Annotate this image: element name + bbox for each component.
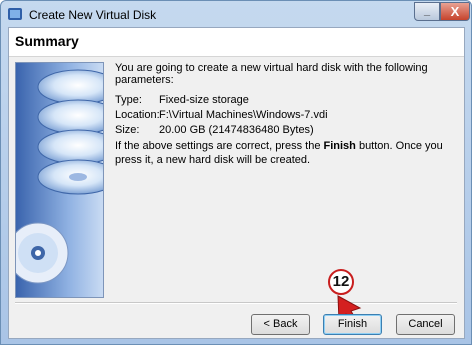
param-value: F:\Virtual Machines\Windows-7.vdi [159,109,328,121]
dialog-window: Create New Virtual Disk _ X Summary You … [0,0,472,345]
param-key: Type: [115,94,142,106]
cd-icon [16,222,69,284]
wizard-sidebar [15,62,104,298]
param-value: 20.00 GB (21474836480 Bytes) [159,124,314,136]
note-text: If the above settings are correct, press… [115,140,324,152]
page-header: Summary [9,28,464,57]
intro-text: You are going to create a new virtual ha… [115,62,428,86]
window-title: Create New Virtual Disk [29,8,157,22]
param-value: Fixed-size storage [159,94,249,106]
param-key: Location: [115,109,160,121]
close-button[interactable]: X [440,2,470,21]
cancel-button[interactable]: Cancel [396,314,455,335]
dialog-body: Summary You are going to create a new vi… [8,27,465,339]
confirmation-note: If the above settings are correct, press… [115,139,457,167]
param-key: Size: [115,124,140,136]
back-button[interactable]: < Back [251,314,310,335]
button-separator [15,302,457,304]
title-bar[interactable]: Create New Virtual Disk _ X [1,1,471,27]
finish-button[interactable]: Finish [323,314,382,335]
step-number-badge: 12 [328,269,354,295]
app-icon [8,8,22,20]
note-finish-emphasis: Finish [323,140,356,152]
minimize-button[interactable]: _ [414,2,440,21]
page-title: Summary [15,33,79,49]
